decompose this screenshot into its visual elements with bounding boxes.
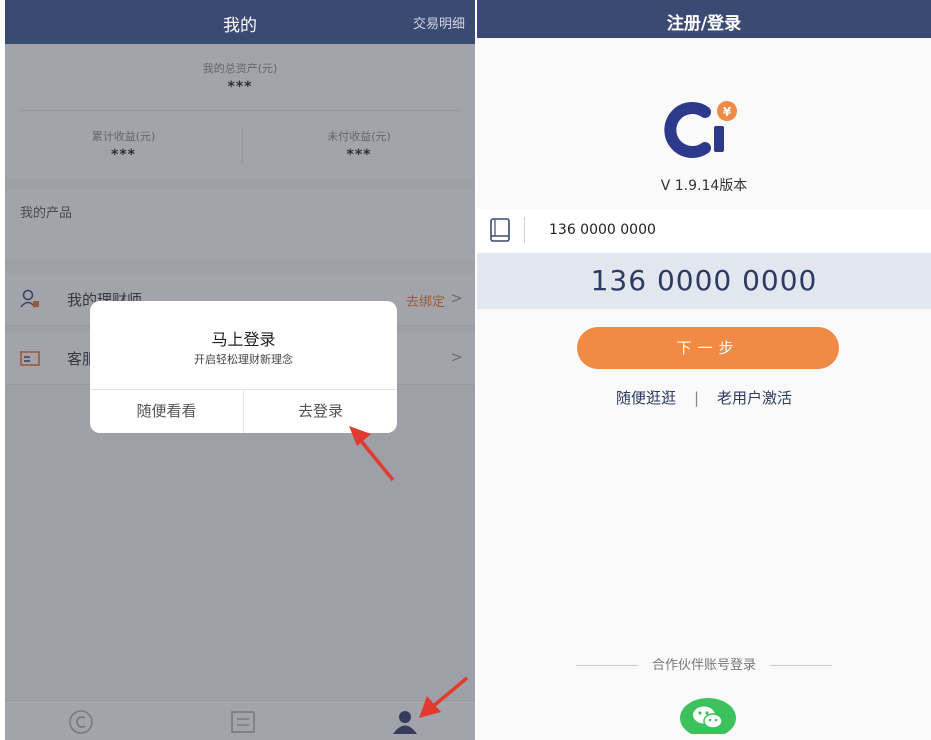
- phone-number-magnifier: 136 0000 0000: [477, 253, 931, 309]
- phone-input-row: [477, 209, 931, 251]
- partner-login-divider: 合作伙伴账号登录: [477, 654, 931, 673]
- phone-number-large: 136 0000 0000: [590, 264, 818, 297]
- partner-login-label: 合作伙伴账号登录: [651, 658, 756, 673]
- browse-button[interactable]: 随便看看: [90, 389, 243, 433]
- my-header: 我的 交易明细: [5, 0, 475, 44]
- phone-number-input[interactable]: [549, 217, 909, 243]
- app-version: V 1.9.14版本: [660, 178, 748, 194]
- divider: [524, 217, 525, 243]
- transaction-details-link[interactable]: 交易明细: [413, 13, 465, 32]
- link-separator: |: [693, 389, 700, 407]
- my-account-screen: 我的 交易明细 我的总资产(元) *** 累计收益(元) *** 未付收益(元)…: [5, 0, 475, 740]
- yen-badge: ¥: [723, 105, 732, 119]
- next-step-button[interactable]: 下一步: [577, 327, 839, 369]
- page-title: 注册/登录: [666, 14, 742, 34]
- dialog-title: 马上登录: [211, 330, 276, 349]
- ci-logo-icon: ¥: [664, 101, 737, 158]
- activate-old-user-link[interactable]: 老用户激活: [717, 389, 792, 407]
- divider: [575, 665, 638, 666]
- wechat-icon[interactable]: [680, 694, 736, 734]
- divider: [770, 665, 832, 666]
- browse-link[interactable]: 随便逛逛: [616, 389, 676, 407]
- phone-icon: [490, 218, 510, 242]
- login-header: 注册/登录: [477, 0, 931, 38]
- dialog-subtitle: 开启轻松理财新理念: [194, 353, 293, 366]
- red-arrow-icon: [349, 426, 395, 482]
- page-title: 我的: [223, 16, 257, 36]
- secondary-links: 随便逛逛 | 老用户激活: [477, 387, 931, 408]
- register-login-screen: 注册/登录 ¥ V 1.9.14版本 136 0000 0000 下一步 随便逛…: [477, 0, 931, 740]
- login-prompt-dialog: 马上登录 开启轻松理财新理念 随便看看 去登录: [90, 301, 397, 433]
- red-arrow-icon: [419, 676, 469, 718]
